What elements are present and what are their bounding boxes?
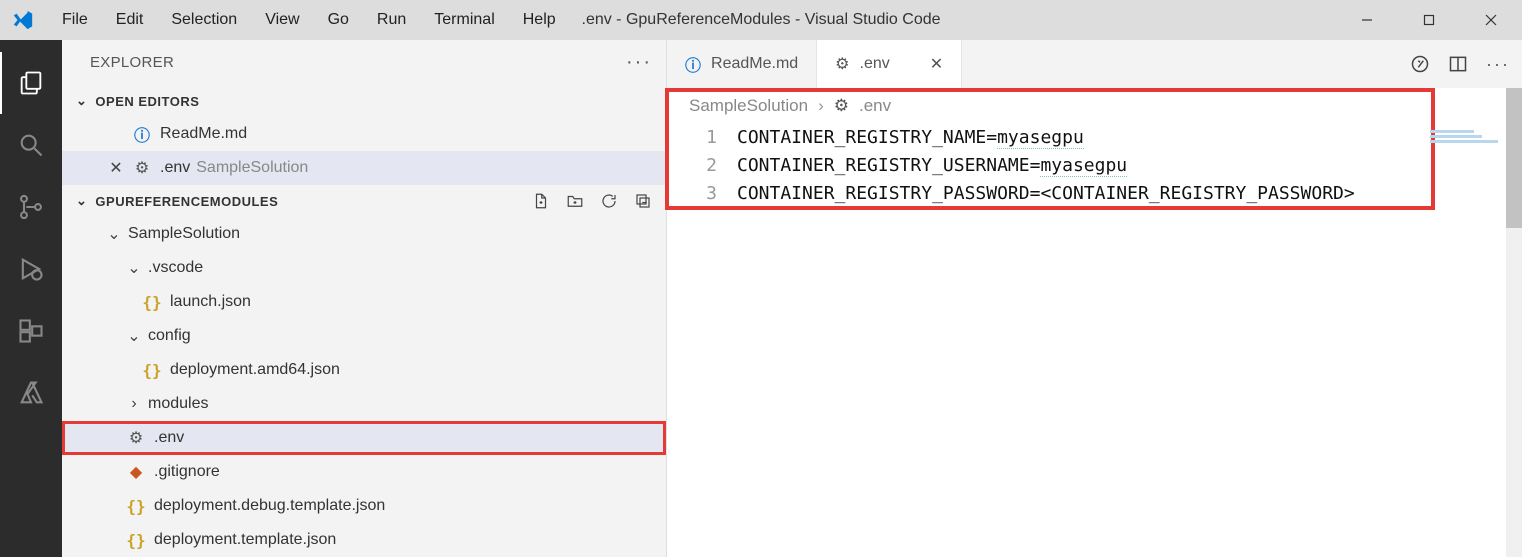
- tab-env[interactable]: ⚙ .env ✕: [817, 40, 962, 88]
- activity-extensions-icon[interactable]: [0, 300, 62, 362]
- minimap[interactable]: [1430, 130, 1500, 145]
- chevron-down-icon: ⌄: [126, 258, 142, 278]
- sidebar: EXPLORER ··· ⌄ OPEN EDITORS ⓘ ReadMe.md …: [62, 40, 666, 557]
- code-content[interactable]: CONTAINER_REGISTRY_NAME=myasegpu CONTAIN…: [737, 124, 1522, 557]
- menu-terminal[interactable]: Terminal: [420, 0, 508, 40]
- breadcrumb[interactable]: SampleSolution › ⚙ .env: [667, 88, 1522, 124]
- folder-config[interactable]: ⌄ config: [62, 319, 666, 353]
- open-editors-list: ⓘ ReadMe.md ✕ ⚙ .env SampleSolution: [62, 117, 666, 185]
- minimize-button[interactable]: [1336, 0, 1398, 40]
- gear-icon: ⚙: [132, 158, 152, 178]
- app-root: File Edit Selection View Go Run Terminal…: [0, 0, 1522, 557]
- main-area: EXPLORER ··· ⌄ OPEN EDITORS ⓘ ReadMe.md …: [0, 40, 1522, 557]
- file-path-suffix: SampleSolution: [196, 159, 308, 177]
- menu-file[interactable]: File: [48, 0, 102, 40]
- sidebar-more-icon[interactable]: ···: [626, 51, 652, 74]
- folder-samplesolution[interactable]: ⌄ SampleSolution: [62, 217, 666, 251]
- json-icon: {}: [126, 531, 146, 550]
- maximize-button[interactable]: [1398, 0, 1460, 40]
- open-editors-label: OPEN EDITORS: [95, 94, 199, 109]
- activity-explorer-icon[interactable]: [0, 52, 62, 114]
- file-name: ReadMe.md: [160, 125, 247, 143]
- info-icon: ⓘ: [685, 52, 701, 76]
- info-icon: ⓘ: [132, 122, 152, 146]
- split-editor-icon[interactable]: [1448, 54, 1468, 74]
- gear-icon: ⚙: [834, 96, 849, 116]
- menu-go[interactable]: Go: [314, 0, 363, 40]
- tab-bar: ⓘ ReadMe.md ⚙ .env ✕ ···: [667, 40, 1522, 88]
- open-editor-readme[interactable]: ⓘ ReadMe.md: [62, 117, 666, 151]
- sidebar-title: EXPLORER: [90, 54, 174, 71]
- window-controls: [1336, 0, 1522, 40]
- file-deployment-debug-template[interactable]: {} deployment.debug.template.json: [62, 489, 666, 523]
- file-deployment-template[interactable]: {} deployment.template.json: [62, 523, 666, 557]
- menu-edit[interactable]: Edit: [102, 0, 158, 40]
- line-number: 3: [667, 180, 717, 208]
- vertical-scrollbar[interactable]: [1506, 88, 1522, 557]
- new-file-icon[interactable]: [532, 192, 550, 210]
- collapse-all-icon[interactable]: [634, 192, 652, 210]
- gear-icon: ⚙: [835, 54, 849, 74]
- json-icon: {}: [142, 361, 162, 380]
- tab-label: ReadMe.md: [711, 55, 798, 73]
- code-editor[interactable]: 1 2 3 CONTAINER_REGISTRY_NAME=myasegpu C…: [667, 124, 1522, 557]
- file-tree: ⌄ SampleSolution ⌄ .vscode {} launch.jso…: [62, 217, 666, 557]
- line-gutter: 1 2 3: [667, 124, 737, 557]
- json-icon: {}: [126, 497, 146, 516]
- chevron-right-icon: ›: [818, 96, 824, 116]
- title-bar: File Edit Selection View Go Run Terminal…: [0, 0, 1522, 40]
- menu-selection[interactable]: Selection: [157, 0, 251, 40]
- activity-azure-icon[interactable]: [0, 362, 62, 424]
- git-icon: ◆: [126, 462, 146, 482]
- gear-icon: ⚙: [126, 428, 146, 448]
- sidebar-header: EXPLORER ···: [62, 40, 666, 85]
- open-editors-header[interactable]: ⌄ OPEN EDITORS: [62, 85, 666, 117]
- folder-vscode[interactable]: ⌄ .vscode: [62, 251, 666, 285]
- vscode-logo-icon: [6, 3, 40, 37]
- activity-source-control-icon[interactable]: [0, 176, 62, 238]
- project-label: GPUREFERENCEMODULES: [95, 194, 278, 209]
- close-icon[interactable]: ✕: [106, 158, 126, 178]
- chevron-down-icon: ⌄: [76, 93, 87, 109]
- chevron-right-icon: ›: [126, 395, 142, 413]
- file-gitignore[interactable]: ◆ .gitignore: [62, 455, 666, 489]
- menu-view[interactable]: View: [251, 0, 313, 40]
- breadcrumb-file[interactable]: .env: [859, 96, 891, 116]
- tab-label: .env: [860, 55, 890, 73]
- menu-help[interactable]: Help: [509, 0, 570, 40]
- file-launch-json[interactable]: {} launch.json: [62, 285, 666, 319]
- menu-bar: File Edit Selection View Go Run Terminal…: [48, 0, 570, 40]
- activity-run-debug-icon[interactable]: [0, 238, 62, 300]
- project-header-actions: [532, 192, 652, 210]
- file-env[interactable]: ⚙ .env: [62, 421, 666, 455]
- activity-bar: [0, 40, 62, 557]
- open-editor-env[interactable]: ✕ ⚙ .env SampleSolution: [62, 151, 666, 185]
- tab-readme[interactable]: ⓘ ReadMe.md: [667, 40, 817, 88]
- new-folder-icon[interactable]: [566, 192, 584, 210]
- folder-modules[interactable]: › modules: [62, 387, 666, 421]
- breadcrumb-folder[interactable]: SampleSolution: [689, 96, 808, 116]
- file-deployment-amd64[interactable]: {} deployment.amd64.json: [62, 353, 666, 387]
- json-icon: {}: [142, 293, 162, 312]
- chevron-down-icon: ⌄: [106, 224, 122, 244]
- chevron-down-icon: ⌄: [76, 193, 87, 209]
- run-icon[interactable]: [1410, 54, 1430, 74]
- refresh-icon[interactable]: [600, 192, 618, 210]
- project-header[interactable]: ⌄ GPUREFERENCEMODULES: [62, 185, 666, 217]
- editor-group: ⓘ ReadMe.md ⚙ .env ✕ ··· SampleSolution …: [666, 40, 1522, 557]
- close-icon[interactable]: ✕: [930, 54, 943, 74]
- scroll-thumb[interactable]: [1506, 88, 1522, 228]
- editor-actions: ···: [1410, 40, 1510, 88]
- more-icon[interactable]: ···: [1486, 54, 1510, 75]
- line-number: 1: [667, 124, 717, 152]
- close-button[interactable]: [1460, 0, 1522, 40]
- menu-run[interactable]: Run: [363, 0, 420, 40]
- window-title: .env - GpuReferenceModules - Visual Stud…: [581, 11, 940, 29]
- file-name: .env: [160, 159, 190, 177]
- line-number: 2: [667, 152, 717, 180]
- chevron-down-icon: ⌄: [126, 326, 142, 346]
- activity-search-icon[interactable]: [0, 114, 62, 176]
